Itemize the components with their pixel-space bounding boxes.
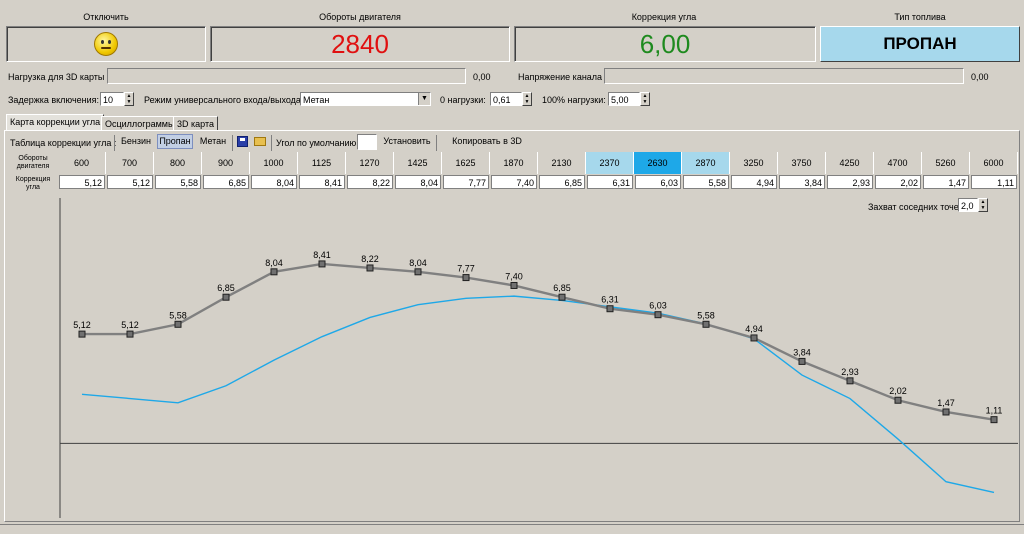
correction-point[interactable] [78,330,86,338]
actual-curve [81,295,995,494]
correction-point[interactable] [654,311,662,319]
correction-point[interactable] [174,320,182,328]
correction-point[interactable] [750,334,758,342]
correction-point-label: 5,58 [169,310,187,320]
correction-point[interactable] [606,305,614,313]
correction-point[interactable] [222,293,230,301]
correction-chart[interactable]: 5,12 5,12 5,58 6,85 8,04 8,41 8,22 8,04 7,77 7,40… [0,0,1024,533]
correction-point-label: 2,02 [889,386,907,396]
correction-point[interactable] [558,293,566,301]
correction-point-label: 7,77 [457,264,475,274]
correction-point-label: 6,31 [601,295,619,305]
correction-point[interactable] [798,357,806,365]
correction-point-label: 7,40 [505,271,523,281]
correction-point-label: 5,12 [121,320,139,330]
correction-point[interactable] [462,274,470,282]
correction-point[interactable] [846,377,854,385]
correction-point[interactable] [702,320,710,328]
correction-point-label: 6,03 [649,301,667,311]
correction-point[interactable] [894,396,902,404]
correction-point-label: 6,85 [217,283,235,293]
correction-point-label: 5,12 [73,320,91,330]
correction-point[interactable] [366,264,374,272]
correction-point-label: 3,84 [793,347,811,357]
correction-point[interactable] [414,268,422,276]
correction-point-label: 6,85 [553,283,571,293]
correction-point-label: 5,58 [697,310,715,320]
correction-point[interactable] [990,416,998,424]
correction-point-label: 8,04 [409,258,427,268]
correction-point[interactable] [270,268,278,276]
correction-point-label: 1,11 [986,406,1003,416]
correction-point[interactable] [318,260,326,268]
correction-point-label: 4,94 [745,324,763,334]
correction-point[interactable] [126,330,134,338]
correction-point-label: 2,93 [841,367,859,377]
correction-point-label: 8,41 [313,250,331,260]
correction-point[interactable] [942,408,950,416]
correction-point-label: 8,04 [265,258,283,268]
correction-point-label: 1,47 [937,398,955,408]
correction-point-label: 8,22 [361,254,379,264]
correction-point[interactable] [510,281,518,289]
